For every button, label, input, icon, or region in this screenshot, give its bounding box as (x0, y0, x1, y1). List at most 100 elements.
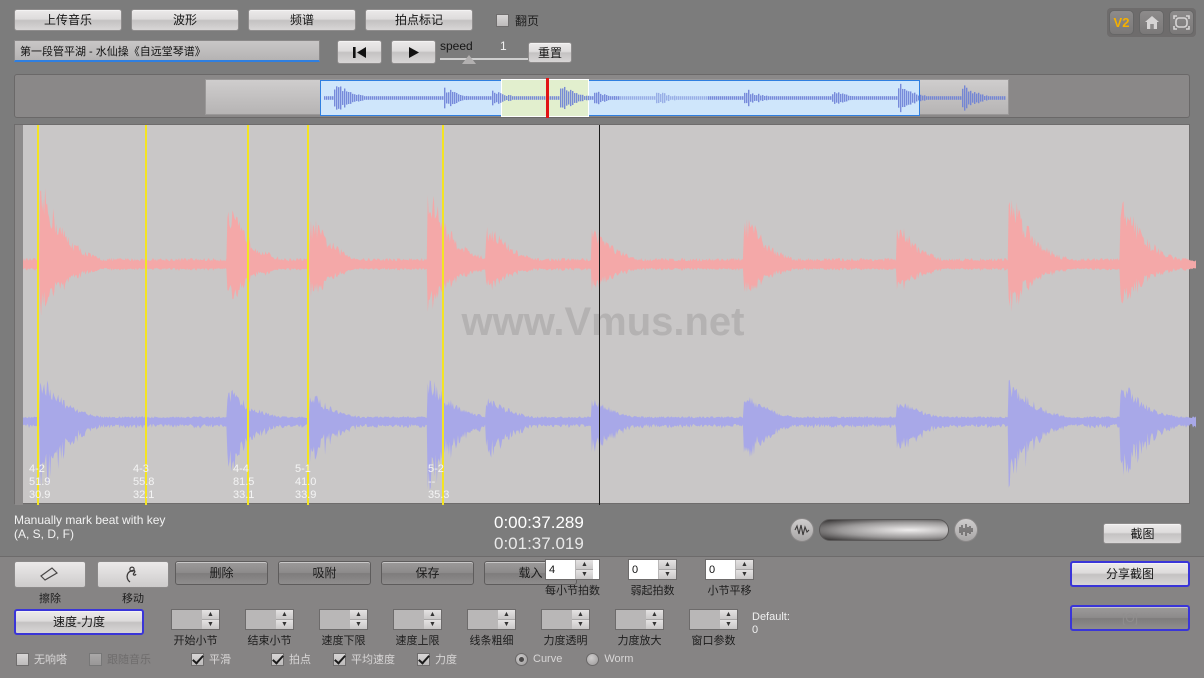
parameter-stepper[interactable]: ▲ ▼ (245, 609, 294, 630)
option-checkbox-group[interactable]: 平均速度 (333, 651, 395, 667)
display-mode-radio-group[interactable]: Curve (515, 652, 562, 666)
parameter-stepper[interactable]: ▲ ▼ (393, 609, 442, 630)
option-checkbox[interactable] (417, 652, 430, 666)
overview-strip[interactable] (14, 74, 1190, 118)
parameter-stepper[interactable]: ▲ ▼ (171, 609, 220, 630)
option-checkbox[interactable] (333, 652, 346, 666)
parameter-value[interactable] (690, 610, 720, 629)
option-checkbox-group[interactable]: 拍点 (271, 651, 311, 667)
flip-page-checkbox-group[interactable]: 翻页 (496, 12, 539, 29)
stepper-up-icon[interactable]: ▲ (659, 560, 676, 570)
play-button[interactable] (391, 40, 436, 64)
stepper-down-icon[interactable]: ▼ (576, 570, 593, 579)
stepper-down-icon[interactable]: ▼ (202, 620, 219, 629)
stepper-down-icon[interactable]: ▼ (646, 620, 663, 629)
beat-line[interactable] (145, 125, 147, 505)
display-mode-radio[interactable] (515, 652, 528, 666)
upload-music-button[interactable]: 上传音乐 (14, 9, 122, 31)
option-checkbox[interactable] (16, 652, 29, 666)
share-screenshot-button[interactable]: 分享截图 (1070, 561, 1190, 587)
beat-line[interactable] (307, 125, 309, 505)
stepper-arrows[interactable]: ▲ ▼ (498, 610, 515, 629)
fullscreen-button[interactable] (1169, 10, 1194, 35)
eraser-tool-button[interactable] (14, 561, 86, 588)
parameter-value[interactable] (246, 610, 276, 629)
stepper-up-icon[interactable]: ▲ (572, 610, 589, 620)
volume-high-button[interactable] (954, 518, 978, 542)
measure-offset-value[interactable]: 0 (706, 560, 736, 579)
parameter-value[interactable] (394, 610, 424, 629)
parameter-stepper[interactable]: ▲ ▼ (689, 609, 738, 630)
overview-track[interactable] (205, 78, 1009, 118)
stepper-arrows[interactable]: ▲ ▼ (720, 610, 737, 629)
stepper-arrows[interactable]: ▲ ▼ (424, 610, 441, 629)
stepper-arrows[interactable]: ▲ ▼ (350, 610, 367, 629)
pickup-beats-value[interactable]: 0 (629, 560, 659, 579)
parameter-stepper[interactable]: ▲ ▼ (541, 609, 590, 630)
stepper-up-icon[interactable]: ▲ (424, 610, 441, 620)
measure-offset-stepper[interactable]: 0 ▲ ▼ (705, 559, 754, 580)
stepper-up-icon[interactable]: ▲ (202, 610, 219, 620)
parameter-value[interactable] (468, 610, 498, 629)
stepper-down-icon[interactable]: ▼ (350, 620, 367, 629)
stepper-down-icon[interactable]: ▼ (572, 620, 589, 629)
stepper-down-icon[interactable]: ▼ (720, 620, 737, 629)
volume-control[interactable] (790, 518, 978, 542)
parameter-stepper[interactable]: ▲ ▼ (467, 609, 516, 630)
stepper-down-icon[interactable]: ▼ (736, 570, 753, 579)
reset-button[interactable]: 重置 (528, 42, 572, 63)
screenshot-button[interactable]: 截图 (1103, 523, 1182, 544)
parameter-value[interactable] (616, 610, 646, 629)
stepper-down-icon[interactable]: ▼ (276, 620, 293, 629)
stepper-down-icon[interactable]: ▼ (498, 620, 515, 629)
overview-playhead[interactable] (546, 78, 549, 118)
option-checkbox-group[interactable]: 平滑 (191, 651, 231, 667)
stepper-arrows[interactable]: ▲ ▼ (659, 560, 676, 579)
version-badge[interactable]: V2 (1109, 10, 1134, 35)
display-mode-radio[interactable] (586, 652, 600, 666)
waveform-canvas[interactable]: www.Vmus.net 4-2 51.9 30.9 4-3 55.8 32.1 4-4 81… (14, 124, 1196, 505)
stepper-up-icon[interactable]: ▲ (498, 610, 515, 620)
flip-page-checkbox[interactable] (496, 13, 509, 27)
stepper-arrows[interactable]: ▲ ▼ (276, 610, 293, 629)
snap-button[interactable]: 吸附 (278, 561, 371, 585)
stepper-arrows[interactable]: ▲ ▼ (202, 610, 219, 629)
stepper-down-icon[interactable]: ▼ (659, 570, 676, 579)
save-button[interactable]: 保存 (381, 561, 474, 585)
beat-mark-button[interactable]: 拍点标记 (365, 9, 473, 31)
stepper-up-icon[interactable]: ▲ (576, 560, 593, 570)
beat-line[interactable] (247, 125, 249, 505)
beat-line[interactable] (442, 125, 444, 505)
volume-low-button[interactable] (790, 518, 814, 542)
stepper-up-icon[interactable]: ▲ (736, 560, 753, 570)
stepper-up-icon[interactable]: ▲ (720, 610, 737, 620)
volume-slider[interactable] (819, 519, 949, 541)
home-button[interactable] (1139, 10, 1164, 35)
parameter-value[interactable] (320, 610, 350, 629)
display-mode-radio-group[interactable]: Worm (586, 652, 633, 666)
stepper-arrows[interactable]: ▲ ▼ (576, 560, 593, 579)
speed-slider-track[interactable] (440, 58, 540, 60)
playback-cursor[interactable] (599, 125, 600, 505)
delete-button[interactable]: 删除 (175, 561, 268, 585)
stepper-arrows[interactable]: ▲ ▼ (572, 610, 589, 629)
beat-line[interactable] (37, 125, 39, 505)
beats-per-measure-stepper[interactable]: 4 ▲ ▼ (545, 559, 600, 580)
speed-slider-thumb[interactable] (462, 55, 476, 64)
stepper-down-icon[interactable]: ▼ (424, 620, 441, 629)
spectrum-button[interactable]: 频谱 (248, 9, 356, 31)
stepper-up-icon[interactable]: ▲ (646, 610, 663, 620)
stepper-arrows[interactable]: ▲ ▼ (736, 560, 753, 579)
option-checkbox[interactable] (191, 652, 204, 666)
option-checkbox-group[interactable]: 跟随音乐 (89, 651, 151, 667)
beats-per-measure-value[interactable]: 4 (546, 560, 576, 579)
parameter-value[interactable] (542, 610, 572, 629)
stepper-up-icon[interactable]: ▲ (276, 610, 293, 620)
stepper-up-icon[interactable]: ▲ (350, 610, 367, 620)
track-title-input[interactable]: 第一段管平湖 - 水仙操《自远堂琴谱》 (14, 40, 320, 62)
pickup-beats-stepper[interactable]: 0 ▲ ▼ (628, 559, 677, 580)
parameter-value[interactable] (172, 610, 202, 629)
move-tool-button[interactable] (97, 561, 169, 588)
camera-button[interactable]: [O] (1070, 605, 1190, 631)
waveform-button[interactable]: 波形 (131, 9, 239, 31)
